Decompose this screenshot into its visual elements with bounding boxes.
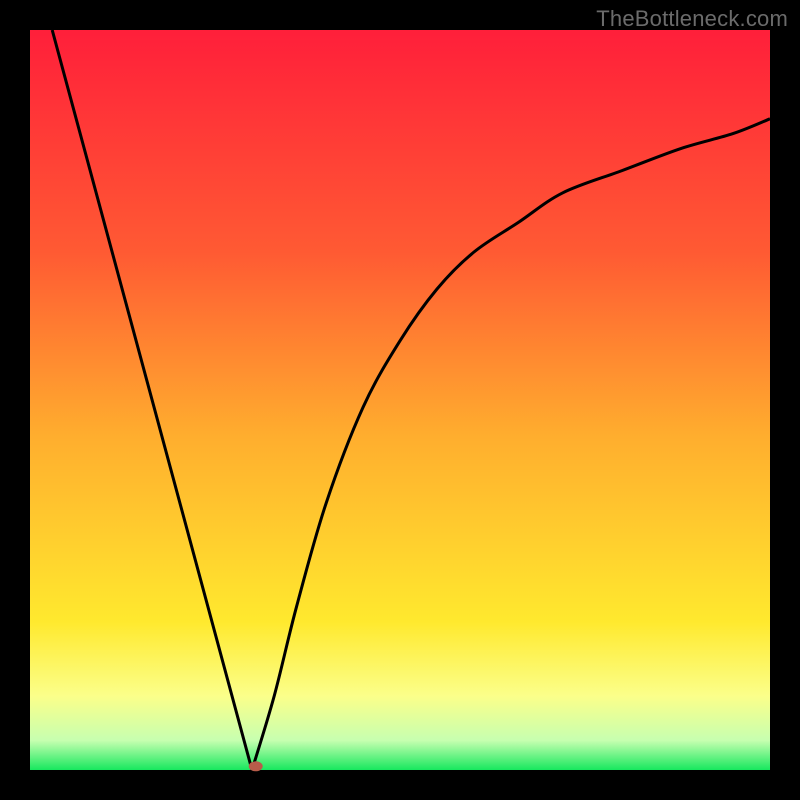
curve-path bbox=[52, 30, 770, 770]
bottleneck-curve bbox=[30, 30, 770, 770]
minimum-marker bbox=[249, 761, 263, 771]
watermark-text: TheBottleneck.com bbox=[596, 6, 788, 32]
chart-frame: TheBottleneck.com bbox=[0, 0, 800, 800]
plot-area bbox=[30, 30, 770, 770]
